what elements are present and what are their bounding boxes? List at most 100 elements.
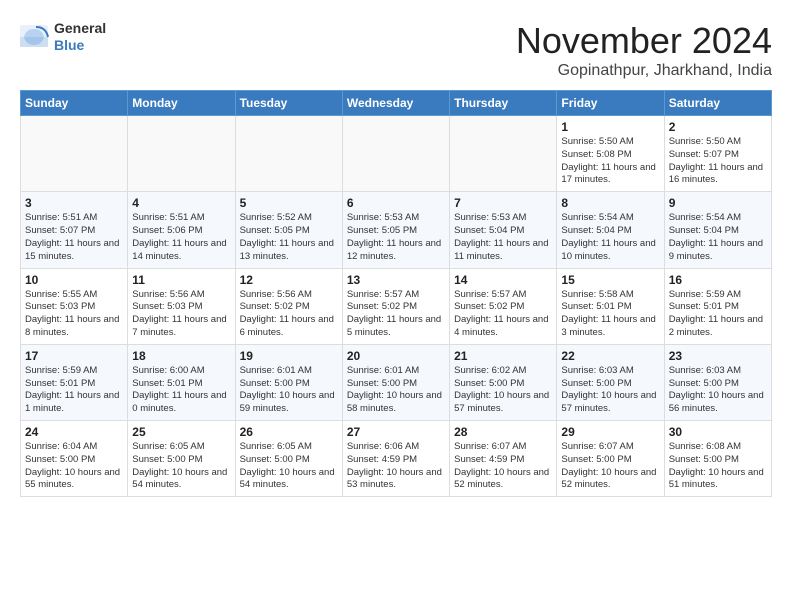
day-number: 6	[347, 196, 445, 210]
day-number: 23	[669, 349, 767, 363]
calendar-cell: 12Sunrise: 5:56 AM Sunset: 5:02 PM Dayli…	[235, 268, 342, 344]
day-number: 24	[25, 425, 123, 439]
day-number: 26	[240, 425, 338, 439]
day-info: Sunrise: 6:03 AM Sunset: 5:00 PM Dayligh…	[669, 365, 767, 416]
calendar-cell	[342, 116, 449, 192]
day-number: 5	[240, 196, 338, 210]
calendar-cell: 15 Sunrise: 5:58 AM Sunset: 5:01 PM Dayli…	[557, 268, 664, 344]
day-number: 29	[561, 425, 659, 439]
month-title: November 2024	[516, 20, 772, 62]
calendar-cell: 18 Sunrise: 6:00 AM Sunset: 5:01 PM Dayli…	[128, 344, 235, 420]
calendar-cell: 28 Sunrise: 6:07 AM Sunset: 4:59 PM Dayli…	[450, 421, 557, 497]
calendar-cell: 2 Sunrise: 5:50 AM Sunset: 5:07 PM Daylig…	[664, 116, 771, 192]
day-info: Sunrise: 5:57 AM Sunset: 5:02 PM Dayligh…	[454, 289, 552, 340]
calendar-header-friday: Friday	[557, 91, 664, 116]
day-info: Sunrise: 6:01 AM Sunset: 5:00 PM Dayligh…	[347, 365, 445, 416]
calendar-cell	[450, 116, 557, 192]
day-info: Sunrise: 5:57 AM Sunset: 5:02 PM Dayligh…	[347, 289, 445, 340]
calendar-cell: 1 Sunrise: 5:50 AM Sunset: 5:08 PM Daylig…	[557, 116, 664, 192]
calendar-week-row: 17 Sunrise: 5:59 AM Sunset: 5:01 PM Dayli…	[21, 344, 772, 420]
day-info: Sunrise: 5:53 AM Sunset: 5:05 PM Dayligh…	[347, 212, 445, 263]
day-number: 15	[561, 273, 659, 287]
day-info: Sunrise: 5:59 AM Sunset: 5:01 PM Dayligh…	[25, 365, 123, 416]
calendar-cell	[128, 116, 235, 192]
calendar-cell: 7 Sunrise: 5:53 AM Sunset: 5:04 PM Daylig…	[450, 192, 557, 268]
calendar-header-sunday: Sunday	[21, 91, 128, 116]
day-info: Sunrise: 6:07 AM Sunset: 4:59 PM Dayligh…	[454, 441, 552, 492]
calendar-cell: 14 Sunrise: 5:57 AM Sunset: 5:02 PM Dayli…	[450, 268, 557, 344]
title-block: November 2024 Gopinathpur, Jharkhand, In…	[516, 20, 772, 80]
calendar-cell: 29 Sunrise: 6:07 AM Sunset: 5:00 PM Dayli…	[557, 421, 664, 497]
calendar-week-row: 10 Sunrise: 5:55 AM Sunset: 5:03 PM Dayli…	[21, 268, 772, 344]
day-info: Sunrise: 5:51 AM Sunset: 5:06 PM Dayligh…	[132, 212, 230, 263]
calendar-cell: 26 Sunrise: 6:05 AM Sunset: 5:00 PM Dayli…	[235, 421, 342, 497]
calendar-header-thursday: Thursday	[450, 91, 557, 116]
day-info: Sunrise: 5:51 AM Sunset: 5:07 PM Dayligh…	[25, 212, 123, 263]
day-info: Sunrise: 6:03 AM Sunset: 5:00 PM Dayligh…	[561, 365, 659, 416]
day-number: 20	[347, 349, 445, 363]
logo-icon	[20, 25, 50, 49]
day-info: Sunrise: 6:01 AM Sunset: 5:00 PM Dayligh…	[240, 365, 338, 416]
location-title: Gopinathpur, Jharkhand, India	[516, 62, 772, 80]
day-number: 17	[25, 349, 123, 363]
day-number: 18	[132, 349, 230, 363]
day-info: Sunrise: 6:05 AM Sunset: 5:00 PM Dayligh…	[132, 441, 230, 492]
day-info: Sunrise: 6:00 AM Sunset: 5:01 PM Dayligh…	[132, 365, 230, 416]
day-number: 4	[132, 196, 230, 210]
day-info: Sunrise: 6:06 AM Sunset: 4:59 PM Dayligh…	[347, 441, 445, 492]
day-number: 2	[669, 120, 767, 134]
day-number: 16	[669, 273, 767, 287]
day-number: 25	[132, 425, 230, 439]
day-number: 21	[454, 349, 552, 363]
day-info: Sunrise: 5:54 AM Sunset: 5:04 PM Dayligh…	[669, 212, 767, 263]
calendar-cell: 3 Sunrise: 5:51 AM Sunset: 5:07 PM Daylig…	[21, 192, 128, 268]
calendar-header-monday: Monday	[128, 91, 235, 116]
day-number: 22	[561, 349, 659, 363]
calendar-week-row: 1 Sunrise: 5:50 AM Sunset: 5:08 PM Daylig…	[21, 116, 772, 192]
day-info: Sunrise: 5:56 AM Sunset: 5:03 PM Dayligh…	[132, 289, 230, 340]
calendar-cell: 21Sunrise: 6:02 AM Sunset: 5:00 PM Dayli…	[450, 344, 557, 420]
day-number: 9	[669, 196, 767, 210]
day-info: Sunrise: 6:07 AM Sunset: 5:00 PM Dayligh…	[561, 441, 659, 492]
calendar-cell: 4 Sunrise: 5:51 AM Sunset: 5:06 PM Daylig…	[128, 192, 235, 268]
calendar-cell	[235, 116, 342, 192]
day-number: 10	[25, 273, 123, 287]
calendar-cell: 22 Sunrise: 6:03 AM Sunset: 5:00 PM Dayli…	[557, 344, 664, 420]
day-info: Sunrise: 5:58 AM Sunset: 5:01 PM Dayligh…	[561, 289, 659, 340]
day-info: Sunrise: 5:50 AM Sunset: 5:08 PM Dayligh…	[561, 136, 659, 187]
day-number: 30	[669, 425, 767, 439]
day-info: Sunrise: 5:50 AM Sunset: 5:07 PM Dayligh…	[669, 136, 767, 187]
logo: General Blue	[20, 20, 106, 54]
day-number: 12	[240, 273, 338, 287]
calendar-cell: 27Sunrise: 6:06 AM Sunset: 4:59 PM Dayli…	[342, 421, 449, 497]
day-number: 19	[240, 349, 338, 363]
calendar-header-saturday: Saturday	[664, 91, 771, 116]
day-info: Sunrise: 6:08 AM Sunset: 5:00 PM Dayligh…	[669, 441, 767, 492]
calendar-cell	[21, 116, 128, 192]
calendar-cell: 10 Sunrise: 5:55 AM Sunset: 5:03 PM Dayli…	[21, 268, 128, 344]
calendar-cell: 11 Sunrise: 5:56 AM Sunset: 5:03 PM Dayli…	[128, 268, 235, 344]
day-info: Sunrise: 5:53 AM Sunset: 5:04 PM Dayligh…	[454, 212, 552, 263]
day-info: Sunrise: 6:04 AM Sunset: 5:00 PM Dayligh…	[25, 441, 123, 492]
day-number: 3	[25, 196, 123, 210]
day-info: Sunrise: 5:52 AM Sunset: 5:05 PM Dayligh…	[240, 212, 338, 263]
calendar-cell: 25 Sunrise: 6:05 AM Sunset: 5:00 PM Dayli…	[128, 421, 235, 497]
day-number: 8	[561, 196, 659, 210]
calendar-cell: 16 Sunrise: 5:59 AM Sunset: 5:01 PM Dayli…	[664, 268, 771, 344]
day-number: 13	[347, 273, 445, 287]
day-number: 7	[454, 196, 552, 210]
day-number: 28	[454, 425, 552, 439]
calendar-cell: 24 Sunrise: 6:04 AM Sunset: 5:00 PM Dayli…	[21, 421, 128, 497]
day-number: 11	[132, 273, 230, 287]
day-number: 14	[454, 273, 552, 287]
day-number: 1	[561, 120, 659, 134]
calendar-week-row: 3 Sunrise: 5:51 AM Sunset: 5:07 PM Daylig…	[21, 192, 772, 268]
day-info: Sunrise: 6:05 AM Sunset: 5:00 PM Dayligh…	[240, 441, 338, 492]
calendar-cell: 20 Sunrise: 6:01 AM Sunset: 5:00 PM Dayli…	[342, 344, 449, 420]
calendar-cell: 17 Sunrise: 5:59 AM Sunset: 5:01 PM Dayli…	[21, 344, 128, 420]
day-info: Sunrise: 5:59 AM Sunset: 5:01 PM Dayligh…	[669, 289, 767, 340]
logo-text: General Blue	[54, 20, 106, 54]
calendar-header-wednesday: Wednesday	[342, 91, 449, 116]
day-info: Sunrise: 5:55 AM Sunset: 5:03 PM Dayligh…	[25, 289, 123, 340]
calendar-cell: 8Sunrise: 5:54 AM Sunset: 5:04 PM Daylig…	[557, 192, 664, 268]
